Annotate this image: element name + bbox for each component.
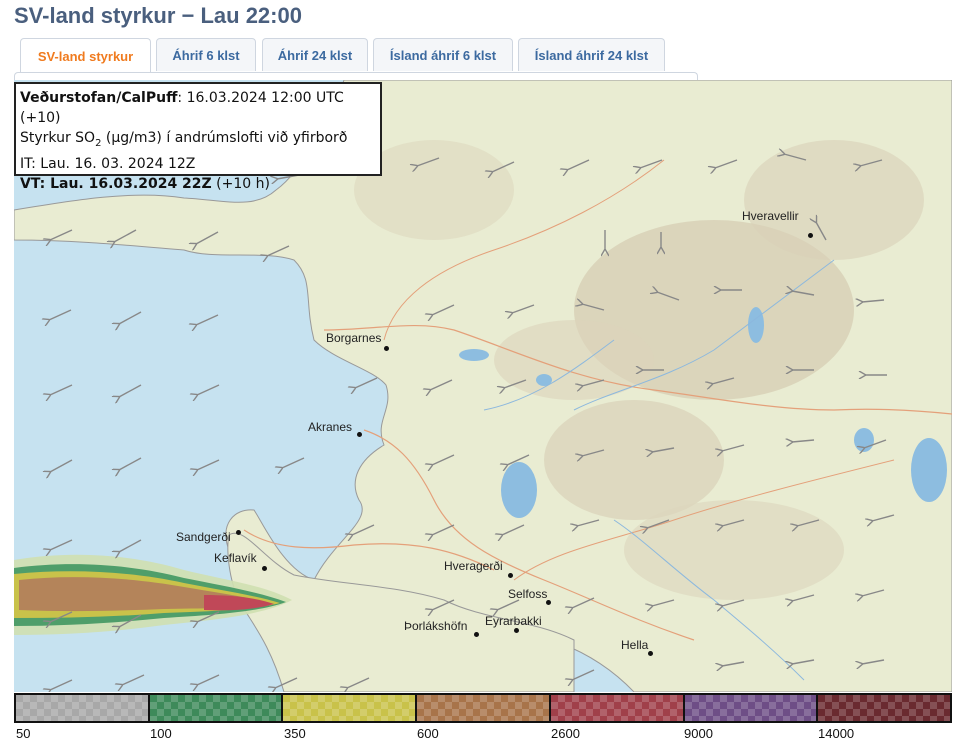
info-source-label: Veðurstofan/CalPuff: [20, 90, 178, 106]
page-title: SV-land styrkur − Lau 22:00: [14, 3, 302, 28]
legend-swatch-350: [283, 695, 418, 721]
place-eyrarbakki: Eyrarbakki: [485, 614, 542, 628]
legend-label: 350: [284, 726, 306, 741]
color-legend: [14, 693, 952, 723]
place-akranes: Akranes: [308, 420, 353, 434]
place-dot: [474, 632, 479, 637]
legend-label: 600: [417, 726, 439, 741]
place-sandgerdi: Sandgerði: [176, 530, 231, 544]
legend-label: 2600: [551, 726, 580, 741]
legend-swatch-14000: [818, 695, 951, 721]
place-dot: [648, 651, 653, 656]
place-dot: [236, 530, 241, 535]
info-vt-rest: (+10 h): [211, 175, 270, 192]
info-it-line: IT: Lau. 16. 03. 2024 12Z: [20, 155, 196, 172]
legend-label: 9000: [684, 726, 713, 741]
place-hella: Hella: [621, 638, 649, 652]
info-variable-line: Styrkur SO2 (µg/m3) í andrúmslofti við y…: [20, 128, 376, 154]
place-thorlakshofn: Þorlákshöfn: [404, 619, 468, 633]
forecast-info-box: Veðurstofan/CalPuff: 16.03.2024 12:00 UT…: [14, 82, 382, 192]
info-vt-line: VT: Lau. 16.03.2024 22Z (+10 h): [20, 174, 376, 194]
tab-ahrif-24-klst[interactable]: Áhrif 24 klst: [262, 38, 368, 71]
place-borgarnes: Borgarnes: [326, 331, 382, 345]
lake-thingvallavatn: [501, 462, 537, 518]
place-dot: [546, 600, 551, 605]
place-hveragerdi: Hveragerði: [444, 559, 503, 573]
legend-swatch-600: [417, 695, 551, 721]
place-dot: [357, 432, 362, 437]
place-dot: [384, 346, 389, 351]
place-hveravellir: Hveravellir: [742, 209, 799, 223]
place-selfoss: Selfoss: [508, 587, 548, 601]
info-variable-post: (µg/m3) í andrúmslofti við yfirborð: [101, 130, 348, 146]
info-variable-pre: Styrkur SO: [20, 130, 96, 146]
legend-swatch-100: [149, 695, 284, 721]
place-dot: [514, 628, 519, 633]
legend-swatch-50: [16, 695, 150, 721]
place-dot: [508, 573, 513, 578]
legend-swatch-2600: [550, 695, 685, 721]
tab-ahrif-6-klst[interactable]: Áhrif 6 klst: [156, 38, 256, 71]
info-source-line: Veðurstofan/CalPuff: 16.03.2024 12:00 UT…: [20, 88, 376, 128]
place-dot: [808, 233, 813, 238]
tab-island-ahrif-24-klst[interactable]: Ísland áhrif 24 klst: [518, 38, 665, 71]
legend-label: 100: [150, 726, 172, 741]
legend-label: 14000: [818, 726, 855, 741]
place-keflavik: Keflavík: [214, 551, 257, 565]
legend-swatch-9000: [684, 695, 819, 721]
info-vt-bold: VT: Lau. 16.03.2024 22Z: [20, 175, 212, 192]
tab-sv-land-styrkur[interactable]: SV-land styrkur: [20, 38, 151, 73]
tab-island-ahrif-6-klst[interactable]: Ísland áhrif 6 klst: [373, 38, 513, 71]
place-dot: [262, 566, 267, 571]
legend-labels: 50 100 350 600 2600 9000 14000: [14, 726, 952, 744]
legend-label: 50: [16, 726, 31, 741]
